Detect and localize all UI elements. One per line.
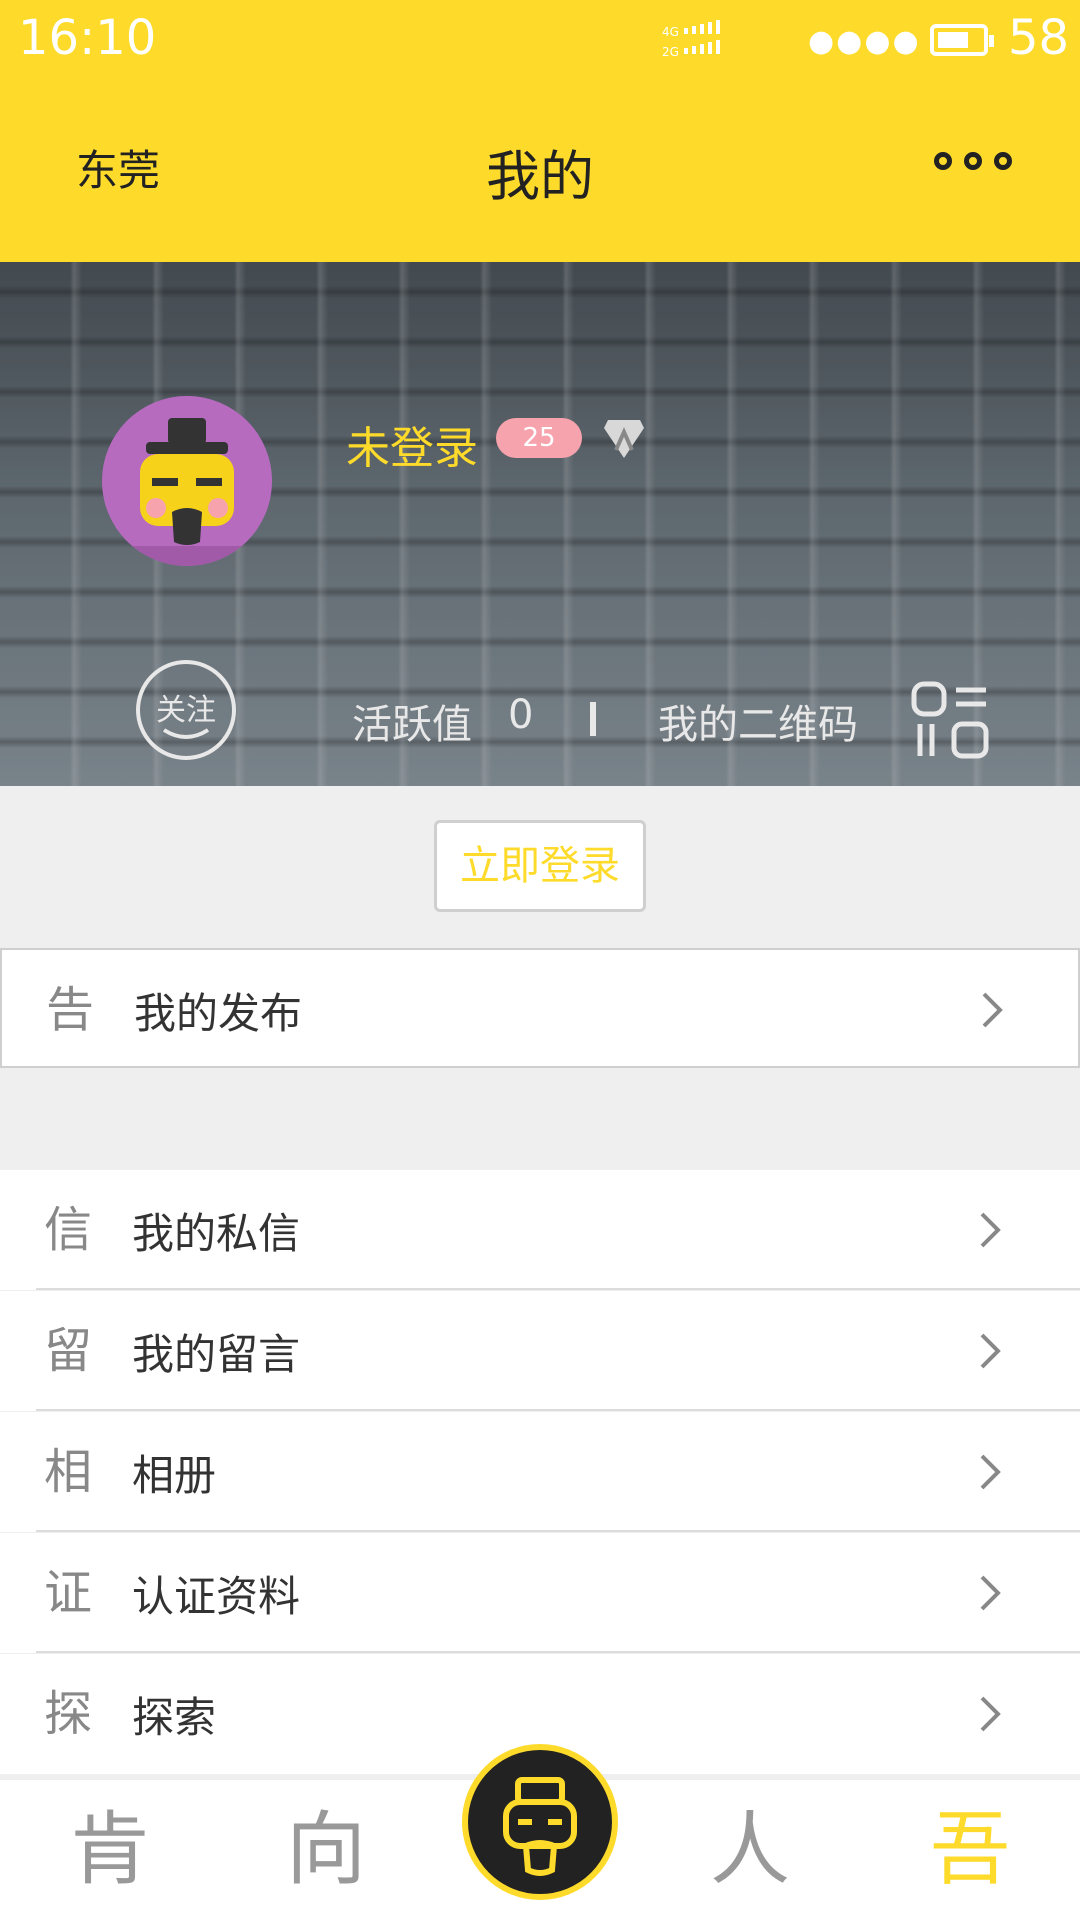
menu-item-label: 相册: [132, 1451, 217, 1500]
tab-people-icon[interactable]: 人: [700, 1800, 800, 1900]
chevron-right-icon: [982, 992, 1003, 1028]
battery-icon: [930, 24, 994, 56]
level-badge: 25: [496, 418, 582, 458]
tab-center-button[interactable]: [462, 1744, 618, 1900]
verification-icon: 证: [43, 1565, 92, 1621]
menu-item-label: 我的私信: [132, 1209, 301, 1258]
chevron-right-icon: [980, 1333, 1001, 1369]
certification-icon[interactable]: [600, 414, 648, 462]
svg-text:4G: 4G: [662, 25, 679, 39]
menu-item-label: 探索: [132, 1693, 217, 1742]
battery-level: 58: [1008, 10, 1070, 66]
chevron-right-icon: [980, 1212, 1001, 1248]
menu-item-label: 我的发布: [134, 989, 303, 1038]
row-divider: [36, 1651, 1080, 1653]
qr-code-icon[interactable]: [910, 680, 990, 760]
menu-item-verification[interactable]: 证 认证资料: [0, 1533, 1080, 1653]
chevron-right-icon: [980, 1696, 1001, 1732]
page-title: 我的: [486, 145, 594, 208]
status-bar: 16:10 4G 2G ●●●● 58: [0, 0, 1080, 82]
qr-code-label[interactable]: 我的二维码: [658, 692, 858, 750]
post-icon: 告: [45, 982, 94, 1038]
carrier-dots-icon: ●●●●: [808, 24, 921, 59]
stat-divider: [590, 702, 596, 736]
level-badge-value: 25: [522, 423, 556, 453]
chevron-right-icon: [980, 1575, 1001, 1611]
activity-value: 0: [508, 692, 534, 738]
more-dots-icon[interactable]: [934, 152, 1024, 182]
app-header: 东莞 我的: [0, 82, 1080, 262]
nickname[interactable]: 未登录: [346, 412, 478, 476]
menu-item-my-posts[interactable]: 告 我的发布: [0, 948, 1080, 1068]
status-time: 16:10: [18, 10, 157, 66]
avatar[interactable]: [102, 396, 272, 566]
svg-text:2G: 2G: [662, 45, 679, 59]
menu-item-label: 认证资料: [132, 1572, 301, 1621]
activity-label: 活跃值: [352, 702, 472, 748]
tab-home-icon[interactable]: 肯: [60, 1800, 160, 1900]
album-icon: 相: [43, 1444, 92, 1500]
row-divider: [36, 1288, 1080, 1290]
avatar-face-icon: [102, 396, 272, 566]
explore-icon: 探: [43, 1686, 92, 1742]
menu-item-label: 我的留言: [132, 1330, 301, 1379]
row-divider: [36, 1530, 1080, 1532]
profile-banner: 未登录 25 关注 活跃值 0 我的二维码: [0, 262, 1080, 786]
chevron-right-icon: [980, 1454, 1001, 1490]
comment-icon: 留: [43, 1323, 92, 1379]
tab-shop-icon[interactable]: 向: [276, 1800, 376, 1900]
menu-item-messages[interactable]: 信 我的私信: [0, 1170, 1080, 1290]
menu-item-comments[interactable]: 留 我的留言: [0, 1291, 1080, 1411]
signal-icon: 4G 2G: [662, 20, 720, 59]
mascot-icon: [503, 1777, 577, 1876]
follow-icon-text: 关注: [156, 693, 216, 728]
bottom-tab-bar: 肯 向 人 吾: [0, 1744, 1080, 1920]
follow-icon[interactable]: 关注: [134, 658, 238, 762]
message-icon: 信: [43, 1202, 92, 1258]
login-button[interactable]: 立即登录: [434, 820, 646, 912]
row-divider: [36, 1409, 1080, 1411]
tab-me-icon[interactable]: 吾: [920, 1800, 1020, 1900]
menu-item-album[interactable]: 相 相册: [0, 1412, 1080, 1532]
